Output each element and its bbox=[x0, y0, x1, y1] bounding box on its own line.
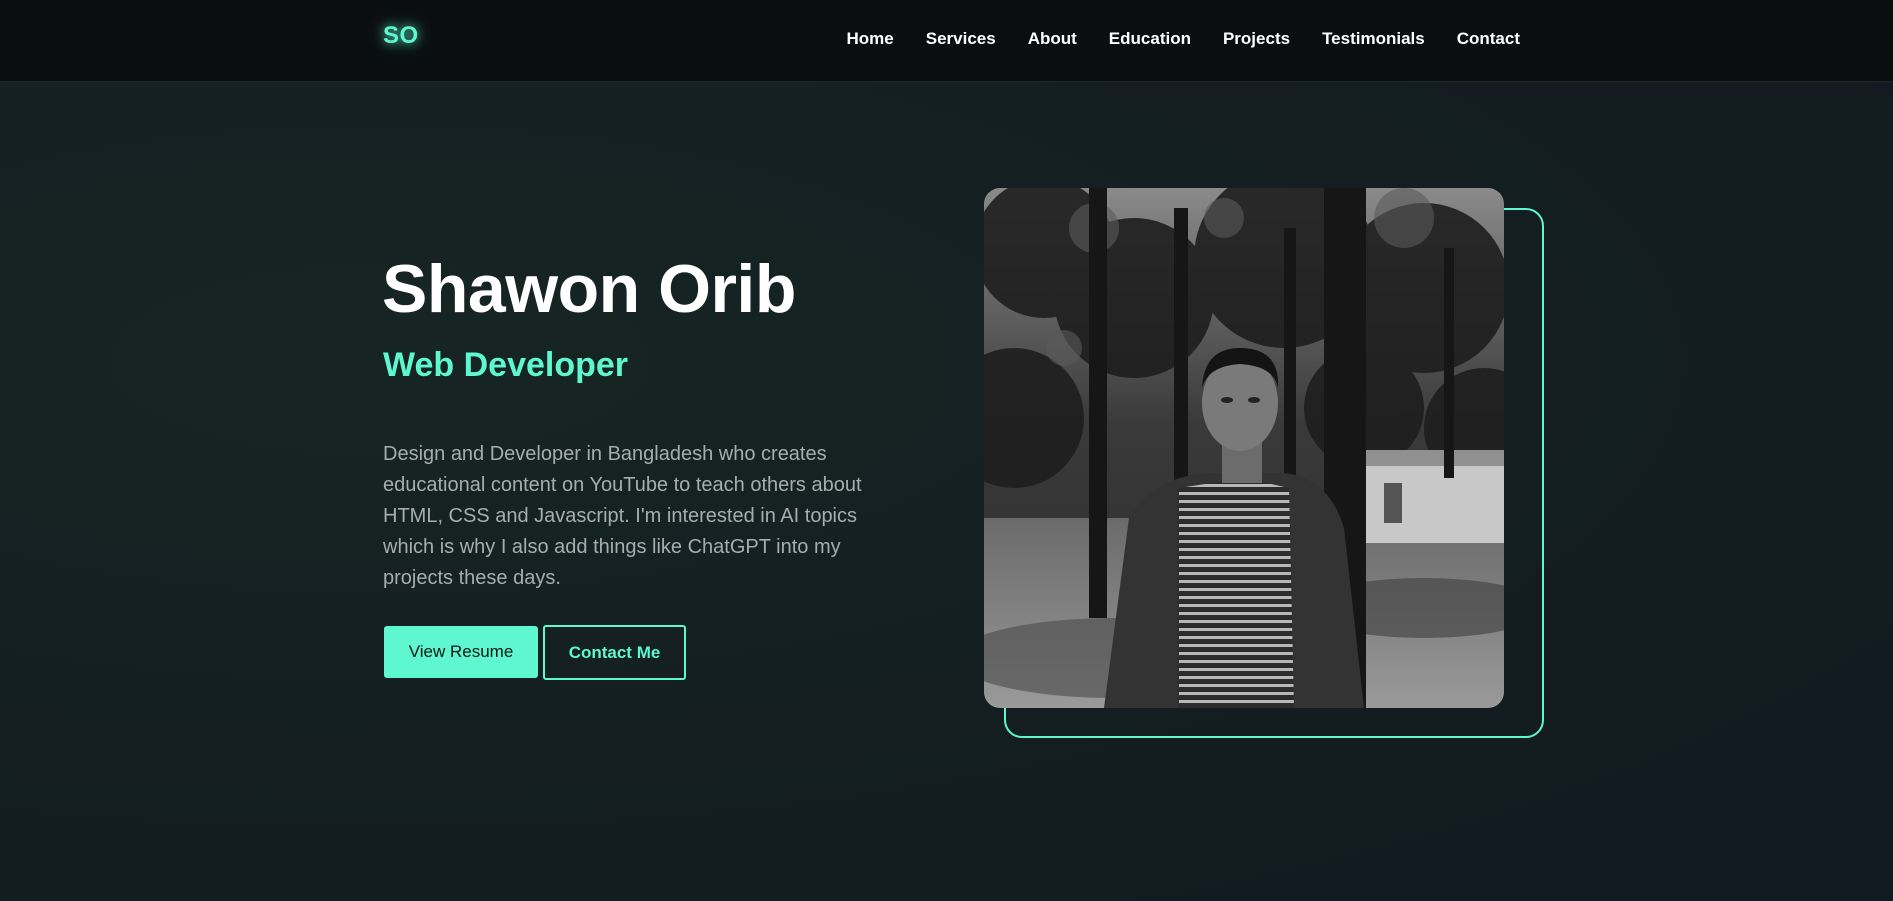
nav-link-about[interactable]: About bbox=[1028, 29, 1077, 49]
main-nav: Home Services About Education Projects T… bbox=[847, 0, 1520, 78]
nav-link-home[interactable]: Home bbox=[847, 29, 894, 49]
nav-link-projects[interactable]: Projects bbox=[1223, 29, 1290, 49]
portrait-image bbox=[984, 188, 1504, 708]
view-resume-button[interactable]: View Resume bbox=[384, 626, 538, 678]
hero-role: Web Developer bbox=[383, 346, 629, 384]
nav-link-contact[interactable]: Contact bbox=[1457, 29, 1520, 49]
nav-link-education[interactable]: Education bbox=[1109, 29, 1191, 49]
hero-name: Shawon Orib bbox=[382, 251, 796, 327]
portrait-photo bbox=[984, 188, 1504, 708]
contact-me-button[interactable]: Contact Me bbox=[543, 625, 686, 680]
hero-description: Design and Developer in Bangladesh who c… bbox=[383, 443, 862, 589]
navbar: SO Home Services About Education Project… bbox=[0, 0, 1893, 82]
nav-link-services[interactable]: Services bbox=[926, 29, 996, 49]
logo[interactable]: SO bbox=[383, 22, 419, 50]
nav-link-testimonials[interactable]: Testimonials bbox=[1322, 29, 1425, 49]
page: SO Home Services About Education Project… bbox=[0, 0, 1893, 901]
